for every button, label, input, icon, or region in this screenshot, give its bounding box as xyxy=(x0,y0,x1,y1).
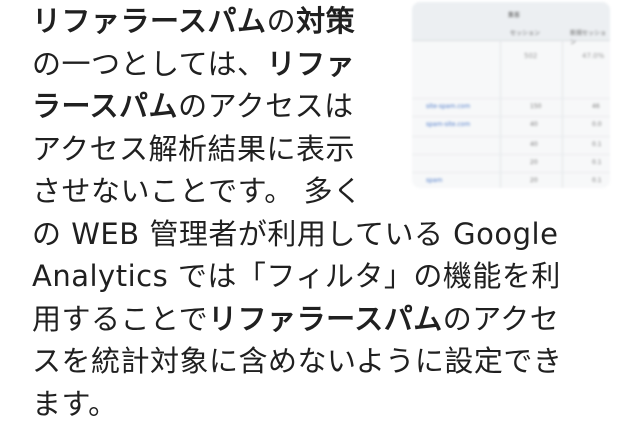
text: の一つとしては、 xyxy=(32,46,267,81)
article-body: リファラースパムの対策 の一つとしては、リファ ラースパムのアクセスは アクセス… xyxy=(32,0,632,425)
bold-text: リファラースパム xyxy=(32,4,267,38)
text: の xyxy=(266,4,297,38)
text: Analytics では「フィルタ」の機能を利 xyxy=(32,259,561,293)
article-line: させないことです。 多く xyxy=(32,170,632,213)
article-line: ます。 xyxy=(32,383,632,426)
article-line: スを統計対象に含めないように設定でき xyxy=(32,340,632,383)
article-line: アクセス解析結果に表示 xyxy=(32,128,632,171)
text: アクセス解析結果に表示 xyxy=(32,131,356,166)
text: の WEB 管理者が利用している Google xyxy=(32,216,559,251)
text: のアクセスは xyxy=(178,89,354,123)
bold-text: 対策 xyxy=(296,4,356,38)
bold-text: リファ xyxy=(266,46,356,81)
article-line: Analytics では「フィルタ」の機能を利 xyxy=(32,255,632,298)
article-line: ラースパムのアクセスは xyxy=(32,85,632,128)
text: スを統計対象に含めないように設定でき xyxy=(32,344,563,378)
text: のアクセ xyxy=(442,301,560,336)
article-line: 用することでリファラースパムのアクセ xyxy=(32,298,632,341)
article-line: リファラースパムの対策 xyxy=(32,0,632,43)
bold-text: リファラースパム xyxy=(208,301,443,336)
article-line: の WEB 管理者が利用している Google xyxy=(32,213,632,256)
text: ます。 xyxy=(32,386,118,421)
text: させないことです。 多く xyxy=(32,174,363,208)
article-line: の一つとしては、リファ xyxy=(32,43,632,86)
text: 用することで xyxy=(32,301,209,336)
bold-text: ラースパム xyxy=(32,89,179,123)
